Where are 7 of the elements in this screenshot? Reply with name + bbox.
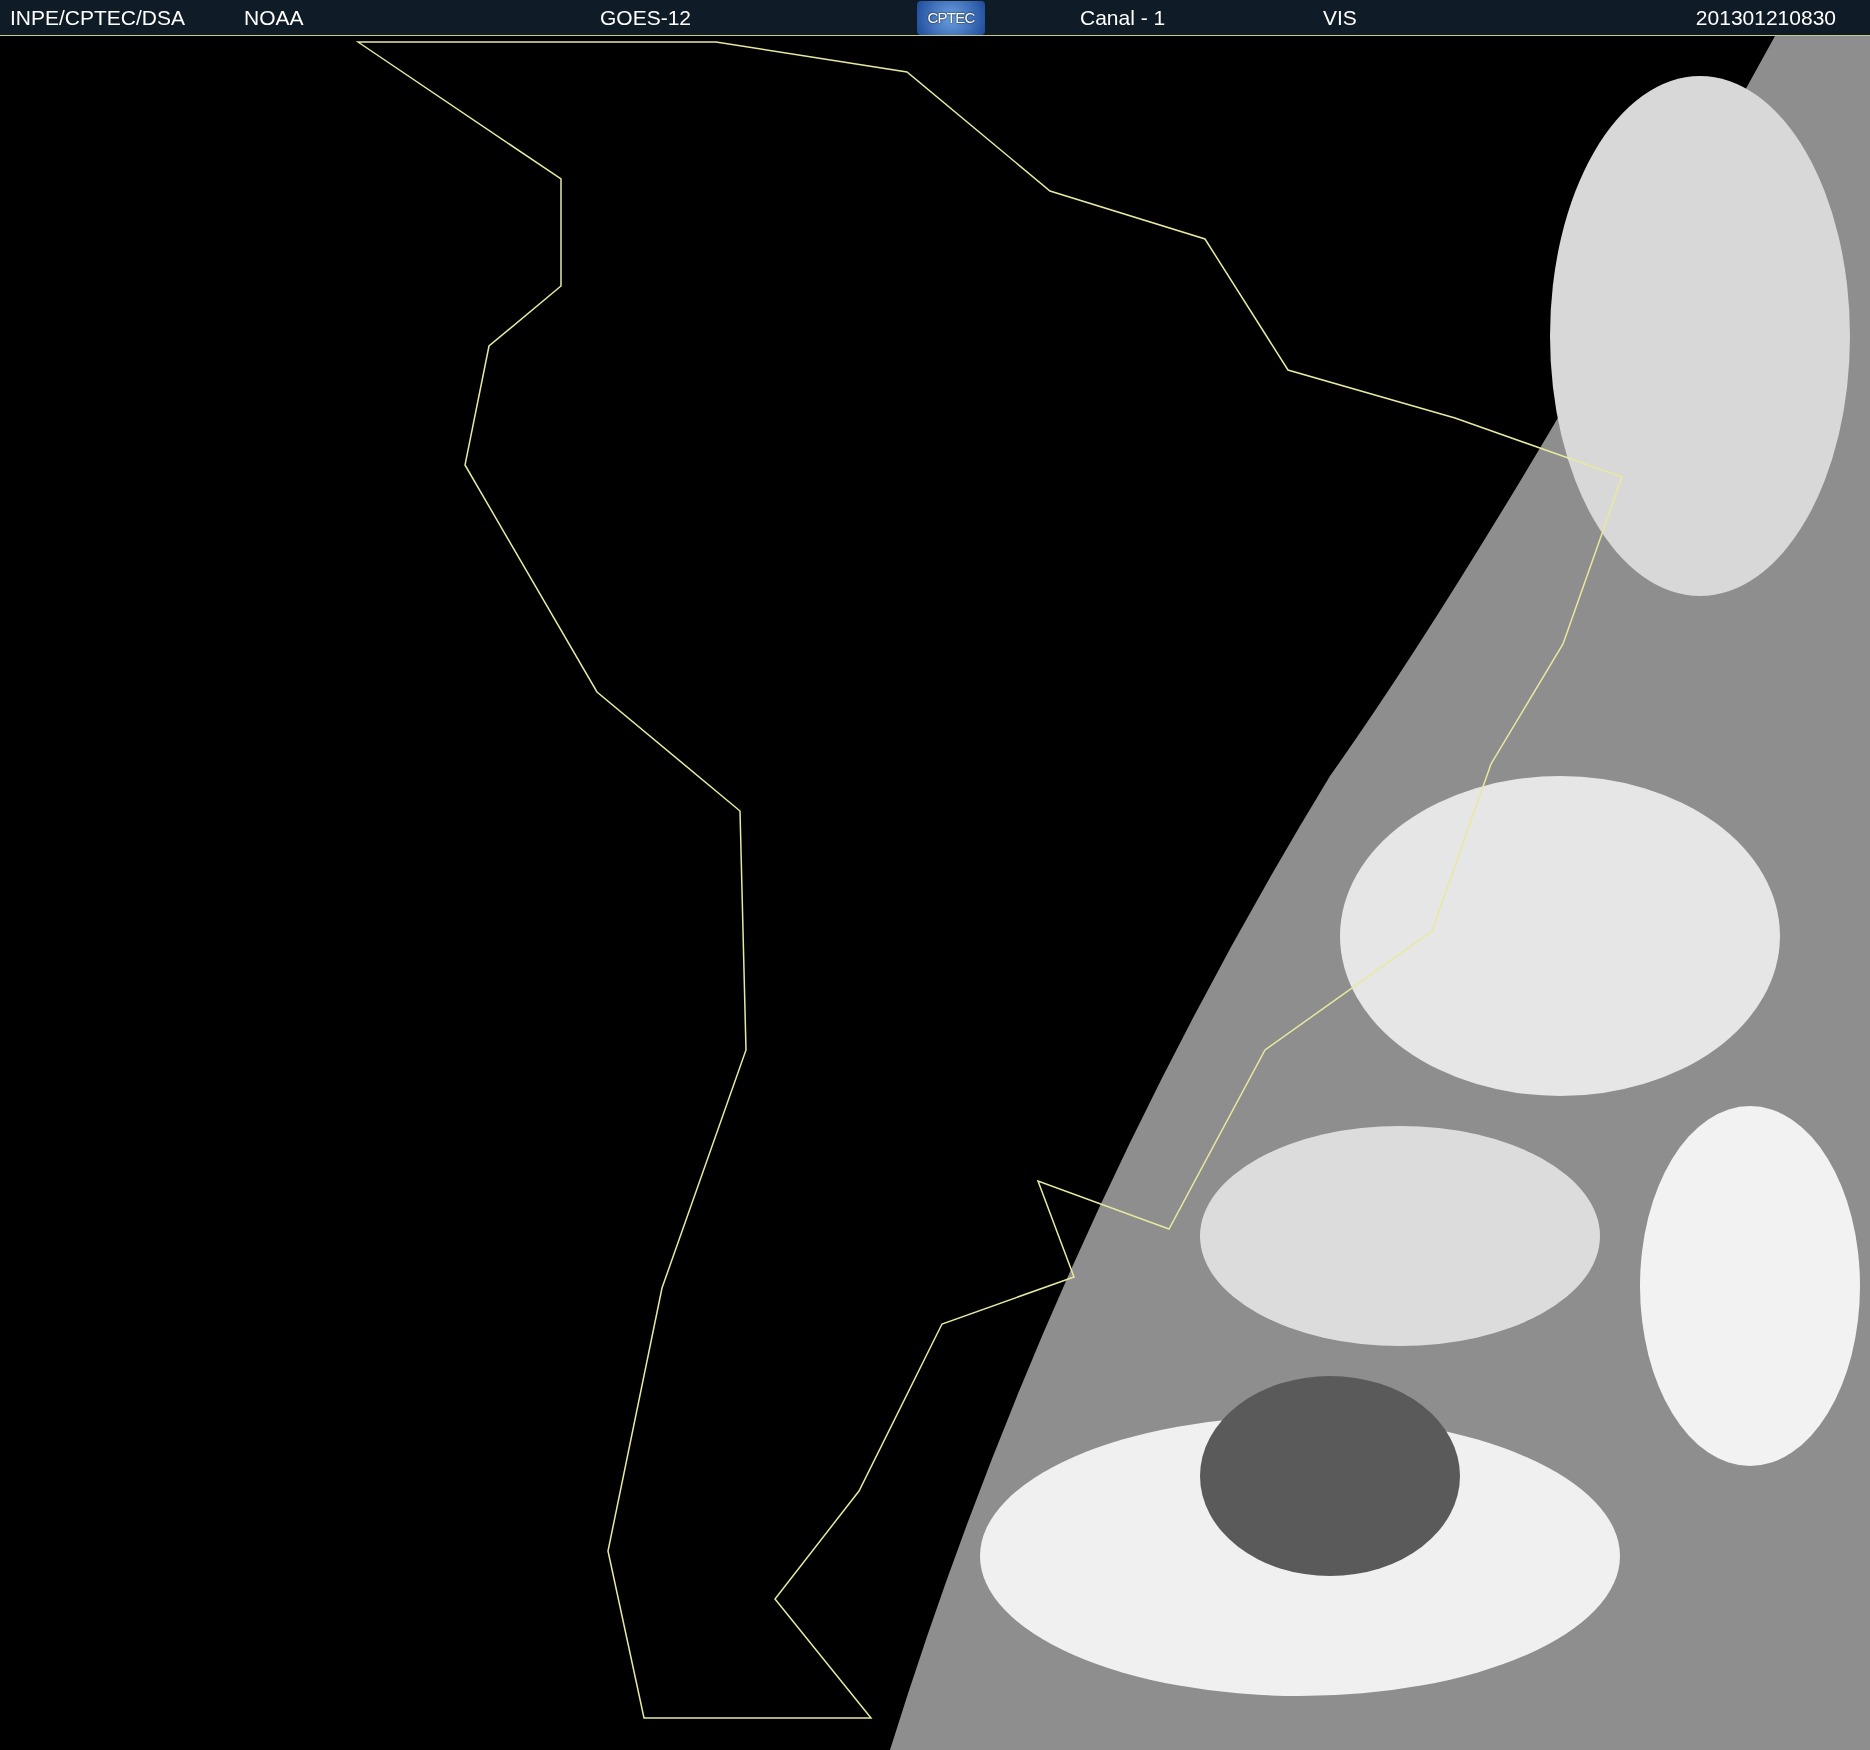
header-label: GOES-12: [600, 6, 692, 30]
header-label: Canal - 1: [1080, 6, 1166, 30]
header-label: NOAA: [244, 6, 304, 30]
header-label: VIS: [1323, 6, 1357, 30]
header-label: INPE/CPTEC/DSA: [10, 6, 186, 30]
header-label: 201301210830: [1695, 6, 1836, 30]
logo: CPTEC: [917, 1, 985, 35]
